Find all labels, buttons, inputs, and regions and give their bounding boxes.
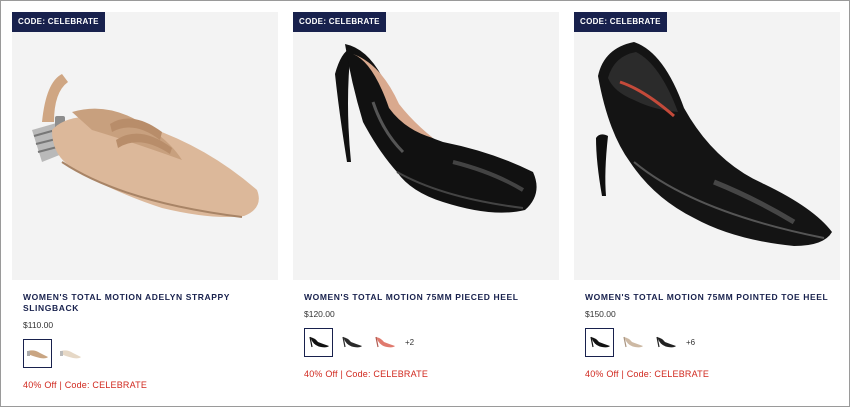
swatch-tan[interactable]	[23, 338, 52, 368]
promo-text: 40% Off | Code: CELEBRATE	[585, 369, 710, 379]
shoe-thumbnail-icon	[341, 336, 362, 348]
product-image[interactable]: CODE: CELEBRATE	[574, 12, 840, 280]
more-colors-count[interactable]: +2	[405, 338, 414, 347]
product-title[interactable]: WOMEN'S TOTAL MOTION 75MM PIECED HEEL	[293, 292, 559, 303]
pump-shoe-image	[596, 42, 832, 246]
product-card[interactable]: CODE: CELEBRATE WOMEN'S TOTAL MOTION 75M…	[293, 12, 559, 390]
product-price: $110.00	[23, 320, 54, 330]
product-price: $120.00	[304, 309, 335, 319]
swatch-black-patent[interactable]	[304, 327, 333, 357]
product-grid: CODE: CELEBRATE WOMEN'S TOTAL MOTION ADE…	[12, 12, 840, 390]
swatch-cream[interactable]	[56, 339, 85, 368]
shoe-thumbnail-icon	[26, 350, 48, 359]
promo-badge: CODE: CELEBRATE	[574, 12, 667, 32]
product-image[interactable]: CODE: CELEBRATE	[293, 12, 559, 280]
product-card[interactable]: CODE: CELEBRATE WOMEN'S TOTAL MOTION ADE…	[12, 12, 278, 390]
swatch-black-leather[interactable]	[337, 328, 366, 357]
swatch-black-leather[interactable]	[651, 328, 680, 357]
swatch-nude[interactable]	[618, 328, 647, 357]
promo-text: 40% Off | Code: CELEBRATE	[23, 380, 148, 390]
pump-shoe-image	[335, 44, 537, 213]
color-swatches: +2	[293, 327, 559, 357]
product-title[interactable]: WOMEN'S TOTAL MOTION 75MM POINTED TOE HE…	[574, 292, 840, 303]
shoe-thumbnail-icon	[589, 336, 610, 348]
product-price: $150.00	[585, 309, 616, 319]
swatch-black-patent[interactable]	[585, 327, 614, 357]
color-swatches	[12, 338, 278, 368]
shoe-thumbnail-icon	[308, 336, 329, 348]
product-card[interactable]: CODE: CELEBRATE WOMEN'S TOTAL MOTION 75M…	[574, 12, 840, 390]
promo-badge: CODE: CELEBRATE	[12, 12, 105, 32]
color-swatches: +6	[574, 327, 840, 357]
shoe-thumbnail-icon	[59, 350, 81, 359]
shoe-thumbnail-icon	[374, 336, 395, 348]
shoe-thumbnail-icon	[655, 336, 676, 348]
product-title[interactable]: WOMEN'S TOTAL MOTION ADELYN STRAPPY SLIN…	[12, 292, 278, 314]
promo-badge: CODE: CELEBRATE	[293, 12, 386, 32]
product-image[interactable]: CODE: CELEBRATE	[12, 12, 278, 280]
slingback-shoe-image	[32, 74, 259, 218]
swatch-coral[interactable]	[370, 328, 399, 357]
promo-text: 40% Off | Code: CELEBRATE	[304, 369, 429, 379]
more-colors-count[interactable]: +6	[686, 338, 695, 347]
shoe-thumbnail-icon	[622, 336, 643, 348]
